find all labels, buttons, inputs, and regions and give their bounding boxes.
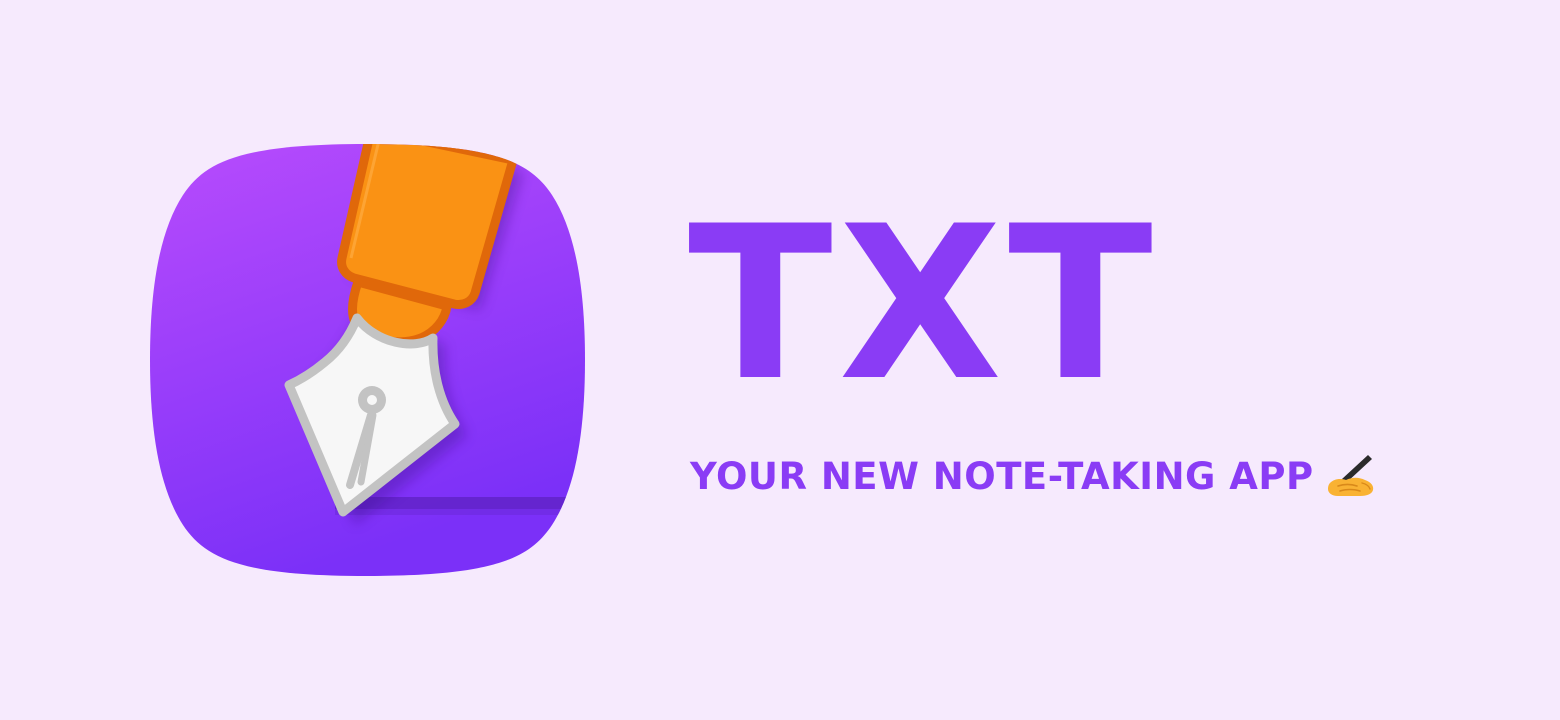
app-name: TXT bbox=[688, 180, 1159, 427]
fountain-pen-icon bbox=[150, 144, 585, 576]
app-icon bbox=[145, 140, 590, 580]
tagline-text: YOUR NEW NOTE-TAKING APP bbox=[690, 454, 1314, 498]
tagline: YOUR NEW NOTE-TAKING APP bbox=[690, 448, 1376, 504]
writing-hand-icon bbox=[1324, 453, 1376, 499]
